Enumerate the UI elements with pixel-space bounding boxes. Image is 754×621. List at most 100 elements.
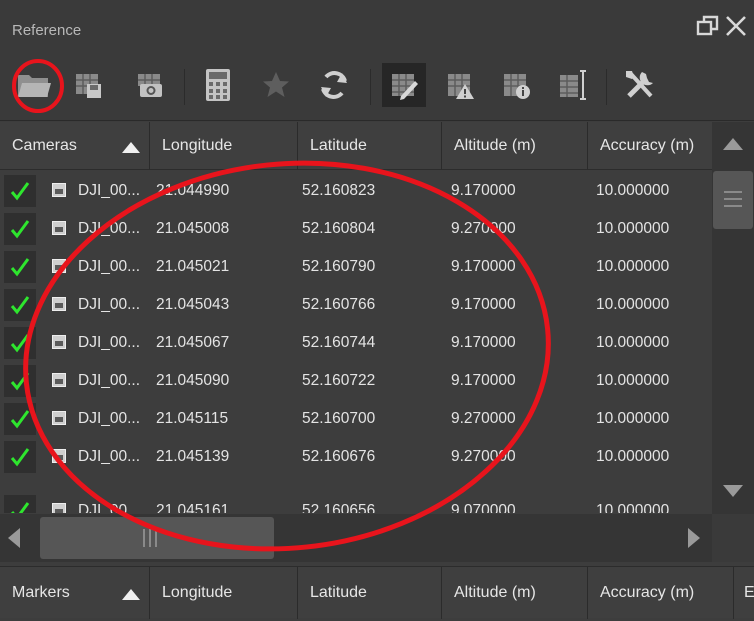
enable-checkbox[interactable] [4,441,36,473]
latitude-value[interactable]: 52.160722 [302,361,375,400]
close-icon[interactable] [724,14,748,42]
column-header-latitude[interactable]: Latitude [298,567,442,619]
table-row[interactable]: DJI_00... 21.045021 52.160790 9.170000 1… [0,247,712,286]
enable-checkbox[interactable] [4,213,36,245]
column-header-altitude[interactable]: Altitude (m) [442,567,588,619]
vertical-scroll-thumb[interactable] [713,171,753,229]
accuracy-value[interactable]: 10.000000 [596,323,669,362]
enable-checkbox[interactable] [4,327,36,359]
altitude-value[interactable]: 9.270000 [451,437,516,476]
table-row[interactable]: DJI_00... 21.045067 52.160744 9.170000 1… [0,323,712,362]
latitude-value[interactable]: 52.160744 [302,323,375,362]
export-reference-button[interactable] [66,63,110,107]
enable-checkbox[interactable] [4,495,36,513]
altitude-value[interactable]: 9.170000 [451,171,516,210]
accuracy-value[interactable]: 10.000000 [596,491,669,513]
latitude-value[interactable]: 52.160823 [302,171,375,210]
view-estimated-button[interactable] [494,63,538,107]
column-header-accuracy[interactable]: Accuracy (m) [588,567,734,619]
altitude-value[interactable]: 9.270000 [451,399,516,438]
latitude-value[interactable]: 52.160700 [302,399,375,438]
image-icon [52,411,66,425]
camera-name: DJI_00... [78,334,141,351]
latitude-value[interactable]: 52.160656 [302,491,375,513]
column-header-longitude[interactable]: Longitude [150,567,298,619]
longitude-value[interactable]: 21.045139 [156,437,229,476]
table-row[interactable]: DJI_00... 21.045008 52.160804 9.270000 1… [0,209,712,248]
accuracy-value[interactable]: 10.000000 [596,209,669,248]
view-errors-button[interactable] [438,63,482,107]
horizontal-scroll-thumb[interactable] [40,517,274,559]
table-row[interactable]: DJI_00... 21.045090 52.160722 9.170000 1… [0,361,712,400]
latitude-value[interactable]: 52.160790 [302,247,375,286]
table-row[interactable]: DJI_00... 21.044990 52.160823 9.170000 1… [0,171,712,210]
view-source-button[interactable] [382,63,426,107]
accuracy-value[interactable]: 10.000000 [596,437,669,476]
sort-ascending-icon [122,589,140,600]
altitude-value[interactable]: 9.270000 [451,209,516,248]
accuracy-value[interactable]: 10.000000 [596,399,669,438]
checkmark-icon [10,502,30,513]
cameras-table-header: Cameras Longitude Latitude Altitude (m) … [0,122,712,170]
image-icon [52,449,66,463]
window-controls [696,14,748,42]
altitude-value[interactable]: 9.170000 [451,323,516,362]
scroll-up-icon[interactable] [723,138,743,150]
scroll-right-icon[interactable] [688,528,700,548]
table-save-icon [76,74,101,98]
optimize-button[interactable] [254,63,298,107]
settings-button[interactable] [618,63,662,107]
enable-checkbox[interactable] [4,251,36,283]
column-header-altitude[interactable]: Altitude (m) [442,122,588,170]
altitude-value[interactable]: 9.170000 [451,361,516,400]
table-row[interactable]: DJI_00... 21.045161 52.160656 9.070000 1… [0,491,712,513]
restore-window-icon[interactable] [696,14,720,42]
latitude-value[interactable]: 52.160804 [302,209,375,248]
checkmark-icon [10,220,30,239]
altitude-value[interactable]: 9.170000 [451,285,516,324]
update-button[interactable] [312,63,356,107]
column-header-error[interactable]: E [734,567,754,619]
altitude-value[interactable]: 9.170000 [451,247,516,286]
longitude-value[interactable]: 21.045021 [156,247,229,286]
checkmark-icon [10,410,30,429]
latitude-value[interactable]: 52.160766 [302,285,375,324]
longitude-value[interactable]: 21.045090 [156,361,229,400]
toolbar-separator [370,69,371,105]
longitude-value[interactable]: 21.045161 [156,491,229,513]
enable-checkbox[interactable] [4,403,36,435]
scroll-left-icon[interactable] [8,528,20,548]
accuracy-value[interactable]: 10.000000 [596,285,669,324]
enable-checkbox[interactable] [4,365,36,397]
column-header-cameras[interactable]: Cameras [0,122,150,170]
accuracy-value[interactable]: 10.000000 [596,171,669,210]
latitude-value[interactable]: 52.160676 [302,437,375,476]
column-header-longitude[interactable]: Longitude [150,122,298,170]
longitude-value[interactable]: 21.045067 [156,323,229,362]
grip-icon [143,529,157,547]
enable-checkbox[interactable] [4,289,36,321]
accuracy-value[interactable]: 10.000000 [596,361,669,400]
longitude-value[interactable]: 21.045115 [156,399,228,438]
enable-checkbox[interactable] [4,175,36,207]
convert-reference-button[interactable] [128,63,172,107]
column-header-latitude[interactable]: Latitude [298,122,442,170]
scroll-down-icon[interactable] [723,485,743,497]
view-variance-button[interactable] [550,63,594,107]
table-row[interactable]: DJI_00... 21.045043 52.160766 9.170000 1… [0,285,712,324]
checkmark-icon [10,182,30,201]
panel-title: Reference [12,22,82,39]
longitude-value[interactable]: 21.045008 [156,209,229,248]
import-reference-button[interactable] [12,63,56,107]
camera-name: DJI_00... [78,502,141,513]
altitude-value[interactable]: 9.070000 [451,491,516,513]
calculator-button[interactable] [196,63,240,107]
longitude-value[interactable]: 21.044990 [156,171,229,210]
column-header-accuracy[interactable]: Accuracy (m) [588,122,712,170]
column-header-markers[interactable]: Markers [0,567,150,619]
longitude-value[interactable]: 21.045043 [156,285,229,324]
table-row[interactable]: DJI_00... 21.045115 52.160700 9.270000 1… [0,399,712,438]
table-row[interactable]: DJI_00... 21.045139 52.160676 9.270000 1… [0,437,712,476]
accuracy-value[interactable]: 10.000000 [596,247,669,286]
table-info-icon [504,74,530,99]
